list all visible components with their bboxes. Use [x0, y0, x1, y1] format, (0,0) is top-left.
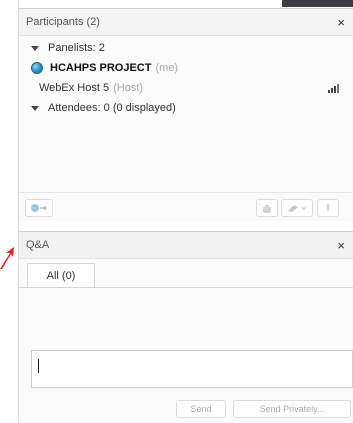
- send-privately-button[interactable]: Send Privately...: [233, 400, 351, 418]
- panelists-label: Panelists: 2: [48, 42, 105, 54]
- participant-row-host[interactable]: WebEx Host 5 (Host): [19, 78, 353, 98]
- host-role: (Host): [113, 82, 144, 94]
- emoticon-dropdown[interactable]: [281, 199, 313, 217]
- text-caret: [38, 359, 39, 373]
- signal-bars-icon: [328, 84, 339, 93]
- qa-title: Q&A: [26, 239, 50, 251]
- participants-header: Participants (2) ×: [19, 9, 353, 36]
- share-icon: [31, 204, 47, 212]
- exclamation-icon: !: [326, 203, 330, 213]
- emoticon-icon: [288, 205, 307, 212]
- top-toolbar-edge: [282, 0, 353, 7]
- qa-header: Q&A ×: [19, 232, 353, 259]
- tab-all[interactable]: All (0): [27, 263, 95, 288]
- tab-all-label: All (0): [46, 270, 76, 282]
- raise-hand-button[interactable]: [256, 199, 278, 217]
- participants-footer: !: [19, 192, 353, 221]
- participants-close-icon[interactable]: ×: [337, 16, 345, 29]
- red-arrow-annotation: [0, 247, 14, 269]
- attendees-label: Attendees: 0 (0 displayed): [48, 102, 176, 114]
- attendees-group-row[interactable]: Attendees: 0 (0 displayed): [19, 98, 353, 118]
- send-privately-label: Send Privately...: [259, 404, 325, 414]
- project-name: HCAHPS PROJECT: [50, 62, 152, 74]
- qa-question-input[interactable]: [31, 350, 353, 388]
- alert-button[interactable]: !: [317, 199, 339, 217]
- share-button[interactable]: [25, 199, 53, 217]
- participants-title: Participants (2): [26, 16, 100, 28]
- participant-row-project[interactable]: HCAHPS PROJECT (me): [19, 58, 353, 78]
- globe-icon: [31, 62, 43, 74]
- project-role: (me): [155, 62, 179, 74]
- qa-close-icon[interactable]: ×: [337, 239, 345, 252]
- raise-hand-icon: [263, 205, 271, 213]
- collapse-triangle-icon[interactable]: [31, 105, 39, 111]
- panelists-group-row[interactable]: Panelists: 2: [19, 38, 353, 58]
- send-button[interactable]: Send: [176, 400, 226, 418]
- host-name: WebEx Host 5: [39, 82, 110, 94]
- participants-panel: Participants (2) × Panelists: 2 HCAHPS P…: [19, 8, 353, 221]
- qa-panel: Q&A × All (0) Send Send Privately...: [19, 231, 353, 423]
- collapse-triangle-icon[interactable]: [31, 45, 39, 51]
- send-label: Send: [190, 404, 212, 414]
